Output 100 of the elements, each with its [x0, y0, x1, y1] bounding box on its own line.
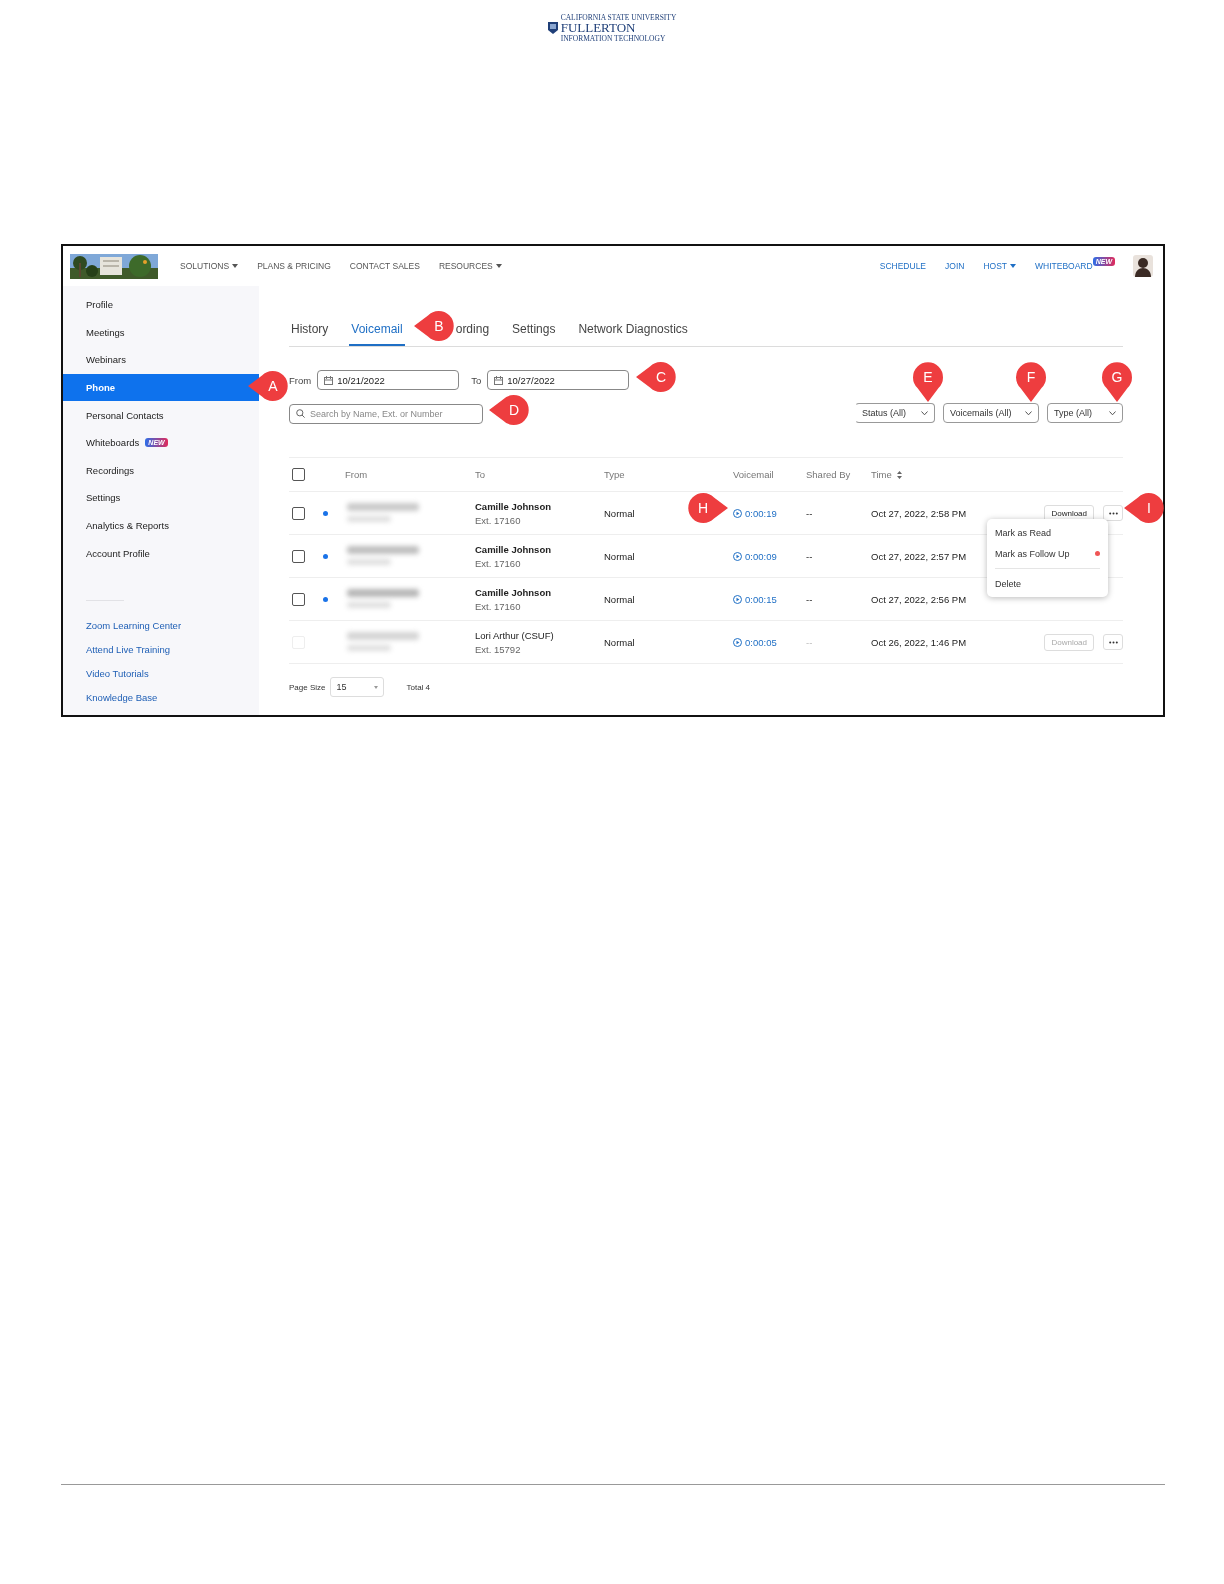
date-field[interactable]: 10/27/2022 — [487, 370, 630, 390]
field-label: Page Size — [289, 682, 326, 692]
table-cell: Normal — [604, 507, 635, 519]
column-header: From — [345, 469, 368, 480]
help-link[interactable]: Knowledge Base — [86, 692, 158, 704]
table-cell: -- — [806, 550, 813, 562]
caret-icon — [1010, 264, 1017, 268]
play-icon — [733, 508, 742, 518]
help-link[interactable]: Video Tutorials — [86, 667, 149, 679]
chevron-down-icon — [1025, 410, 1032, 416]
menu-item[interactable]: Mark as Read — [987, 522, 1108, 543]
column-header: Type — [604, 469, 625, 480]
field-label: To — [471, 374, 482, 386]
nav-link[interactable]: JOIN — [945, 261, 965, 271]
nav-link[interactable]: HOST — [983, 261, 1017, 271]
date-field[interactable]: 10/21/2022 — [317, 370, 460, 390]
table-cell: Normal — [604, 593, 635, 605]
sidebar-item[interactable]: Account Profile — [63, 539, 259, 567]
more-icon — [1108, 511, 1118, 515]
calendar-icon — [324, 375, 334, 385]
column-header: To — [475, 469, 486, 480]
extension-number: Ext. 17160 — [475, 557, 522, 569]
nav-link[interactable]: WHITEBOARD — [1035, 261, 1093, 271]
extension-number: Ext. 17160 — [475, 514, 522, 526]
table-cell: Oct 27, 2022, 2:57 PM — [871, 550, 967, 562]
nav-link[interactable]: SCHEDULE — [879, 261, 927, 271]
chevron-down-icon — [921, 410, 928, 416]
shield-icon — [547, 22, 558, 34]
callout-marker: A — [247, 370, 289, 402]
callout-marker: I — [1123, 492, 1165, 524]
voicemail-link[interactable]: 0:00:15 — [733, 593, 777, 605]
sidebar-item[interactable]: Phone — [63, 373, 259, 402]
sidebar-item[interactable]: Settings — [63, 484, 259, 512]
row-checkbox[interactable] — [292, 592, 305, 606]
callout-marker: G — [1101, 361, 1133, 403]
avatar-icon[interactable] — [1133, 255, 1153, 277]
search-icon — [296, 408, 305, 418]
total-count: Total 4 — [406, 682, 431, 692]
extension-number: Ext. 17160 — [475, 600, 522, 612]
callout-marker: C — [635, 361, 677, 393]
tab[interactable]: ording — [453, 314, 492, 346]
calendar-icon — [494, 375, 504, 385]
tab[interactable]: Settings — [510, 314, 558, 346]
page-size-dropdown[interactable]: 15 — [330, 677, 385, 697]
column-header[interactable]: Time — [871, 469, 892, 480]
filter-dropdown[interactable]: Type (All) — [1047, 403, 1123, 423]
extension-number: Ext. 15792 — [475, 643, 522, 655]
callout-marker: E — [912, 361, 944, 403]
voicemail-link[interactable]: 0:00:19 — [733, 507, 777, 519]
field-label: From — [289, 374, 312, 386]
sidebar-item[interactable]: Whiteboards — [86, 437, 140, 449]
select-all-checkbox[interactable] — [292, 468, 305, 481]
nav-link[interactable]: RESOURCES — [438, 261, 502, 271]
search-field[interactable]: Search by Name, Ext. or Number — [289, 404, 483, 424]
caret-icon — [374, 685, 379, 689]
sidebar-item[interactable]: Analytics & Reports — [63, 511, 259, 540]
menu-item[interactable]: Mark as Follow Up — [995, 548, 1070, 559]
menu-item[interactable]: Delete — [987, 573, 1108, 594]
table-cell: Oct 27, 2022, 2:58 PM — [871, 507, 967, 519]
contact-name: Camille Johnson — [475, 543, 551, 555]
play-icon — [733, 637, 742, 647]
sidebar-item[interactable]: Recordings — [63, 456, 259, 485]
tab[interactable]: History — [289, 314, 331, 346]
contact-name: Camille Johnson — [475, 586, 551, 598]
contact-name: Lori Arthur (CSUF) — [475, 629, 554, 641]
voicemail-link[interactable]: 0:00:09 — [733, 550, 777, 562]
play-icon — [733, 594, 742, 604]
callout-marker: F — [1015, 361, 1047, 403]
table-cell: Oct 27, 2022, 2:56 PM — [871, 593, 967, 605]
filter-dropdown[interactable]: Status (All) — [855, 403, 935, 423]
chevron-down-icon — [1109, 410, 1116, 416]
callout-marker: D — [488, 394, 530, 426]
column-header: Shared By — [806, 469, 851, 480]
tab[interactable]: Voicemail — [349, 314, 405, 346]
row-checkbox[interactable] — [292, 549, 305, 563]
campus-name: FULLERTON — [560, 21, 636, 34]
callout-marker: B — [413, 310, 455, 342]
nav-link[interactable]: SOLUTIONS — [180, 261, 239, 271]
nav-link[interactable]: CONTACT SALES — [349, 261, 420, 271]
table-cell: -- — [806, 636, 813, 648]
row-checkbox[interactable] — [292, 506, 305, 520]
filter-dropdown[interactable]: Voicemails (All) — [943, 403, 1039, 423]
sidebar-item[interactable]: Profile — [63, 291, 259, 319]
caret-icon — [495, 264, 502, 268]
table-cell: -- — [806, 593, 813, 605]
caret-icon — [232, 264, 239, 268]
tab[interactable]: Network Diagnostics — [576, 314, 690, 346]
voicemail-link[interactable]: 0:00:05 — [733, 636, 777, 648]
contact-name: Camille Johnson — [475, 500, 551, 512]
table-cell: -- — [806, 507, 813, 519]
table-cell: Oct 26, 2022, 1:46 PM — [871, 636, 967, 648]
sidebar-item[interactable]: Personal Contacts — [63, 401, 259, 429]
column-header: Voicemail — [733, 469, 774, 480]
help-link[interactable]: Zoom Learning Center — [86, 619, 182, 631]
nav-link[interactable]: PLANS & PRICING — [257, 261, 331, 271]
sort-icon — [896, 470, 902, 479]
table-cell: Normal — [604, 550, 635, 562]
help-link[interactable]: Attend Live Training — [86, 643, 170, 655]
sidebar-item[interactable]: Meetings — [63, 318, 259, 347]
play-icon — [733, 551, 742, 561]
